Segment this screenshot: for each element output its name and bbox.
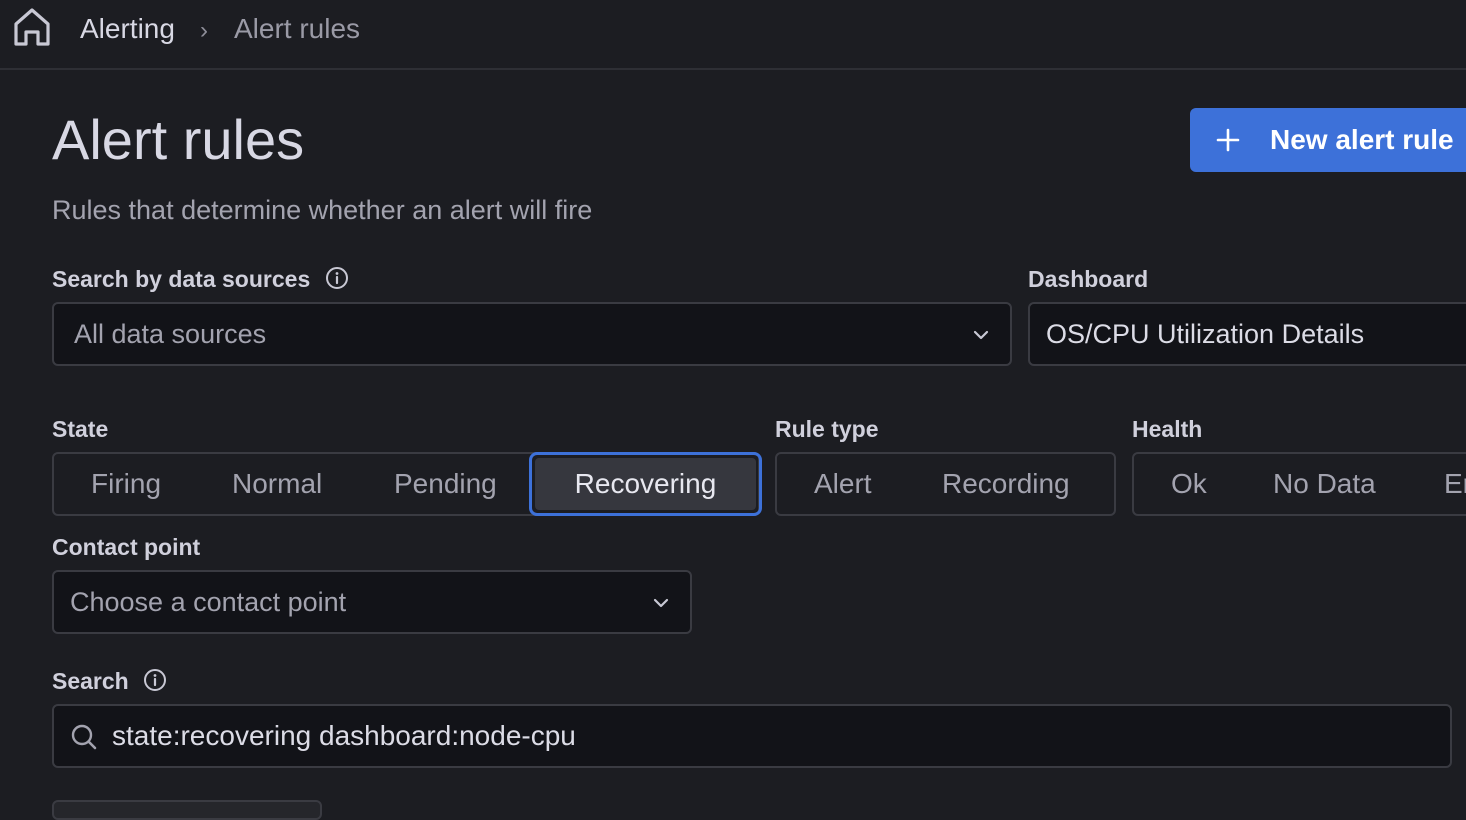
top-bar: Alerting › Alert rules xyxy=(0,0,1466,70)
page-title: Alert rules xyxy=(52,108,305,171)
plus-icon xyxy=(1216,128,1240,152)
new-alert-rule-label: New alert rule xyxy=(1270,124,1454,155)
datasource-label: Search by data sources xyxy=(52,265,349,293)
health-option-ok[interactable]: Ok xyxy=(1171,454,1207,514)
search-label-text: Search xyxy=(52,668,129,694)
dashboard-label: Dashboard xyxy=(1028,266,1149,292)
rule-type-option-recording[interactable]: Recording xyxy=(942,454,1070,514)
rule-type-option-alert[interactable]: Alert xyxy=(814,454,872,514)
search-input[interactable]: state:recovering dashboard:node-cpu xyxy=(52,704,1452,768)
state-option-pending[interactable]: Pending xyxy=(394,454,497,514)
datasource-select[interactable]: All data sources xyxy=(52,302,1012,366)
state-option-normal[interactable]: Normal xyxy=(232,454,322,514)
info-icon[interactable] xyxy=(143,668,167,692)
info-icon[interactable] xyxy=(325,266,349,290)
search-value: state:recovering dashboard:node-cpu xyxy=(112,720,576,751)
datasource-label-text: Search by data sources xyxy=(52,266,311,292)
contact-point-label: Contact point xyxy=(52,534,201,560)
state-label: State xyxy=(52,416,109,442)
chevron-right-icon: › xyxy=(200,17,208,44)
contact-point-select[interactable]: Choose a contact point xyxy=(52,570,692,634)
new-alert-rule-button[interactable]: New alert rule xyxy=(1190,108,1466,172)
breadcrumb-alerting[interactable]: Alerting xyxy=(80,12,175,46)
rule-type-label: Rule type xyxy=(775,416,879,442)
health-label: Health xyxy=(1132,416,1203,442)
page-subtitle: Rules that determine whether an alert wi… xyxy=(52,195,593,225)
contact-point-placeholder: Choose a contact point xyxy=(70,587,347,617)
search-icon xyxy=(71,724,97,750)
chevron-down-icon xyxy=(653,598,669,608)
state-option-firing[interactable]: Firing xyxy=(91,454,161,514)
search-label: Search xyxy=(52,667,167,695)
chevron-down-icon xyxy=(973,330,989,340)
datasource-placeholder: All data sources xyxy=(74,319,267,349)
state-option-recovering[interactable]: Recovering xyxy=(529,452,762,516)
dashboard-value: OS/CPU Utilization Details xyxy=(1046,319,1365,349)
rule-type-radio-group: Alert Recording xyxy=(775,452,1116,516)
state-option-recovering-label: Recovering xyxy=(535,458,756,510)
health-option-no-data[interactable]: No Data xyxy=(1273,454,1376,514)
dashboard-select[interactable]: OS/CPU Utilization Details xyxy=(1028,302,1466,366)
state-radio-group: Firing Normal Pending Recovering xyxy=(52,452,762,516)
home-icon[interactable] xyxy=(12,6,52,48)
breadcrumb-alert-rules: Alert rules xyxy=(234,13,361,44)
partial-button[interactable] xyxy=(52,800,322,820)
health-option-error[interactable]: Er xyxy=(1444,454,1466,514)
health-radio-group: Ok No Data Er xyxy=(1132,452,1466,516)
